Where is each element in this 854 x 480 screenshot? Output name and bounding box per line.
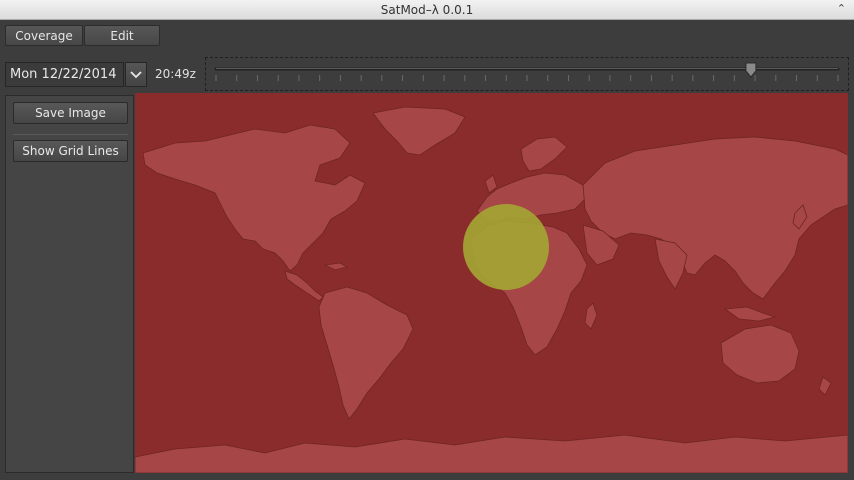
chevron-down-icon (130, 71, 142, 79)
sidebar-panel: Save Image Show Grid Lines (5, 95, 134, 473)
save-image-button[interactable]: Save Image (13, 102, 128, 124)
time-slider[interactable] (205, 57, 849, 91)
world-map[interactable] (134, 93, 849, 474)
slider-ticks (215, 75, 839, 81)
date-dropdown-button[interactable] (125, 62, 147, 87)
time-slider-track[interactable] (206, 58, 848, 90)
window-title: SatMod–λ 0.0.1 (380, 3, 474, 17)
close-icon[interactable]: ⌃ (837, 2, 846, 15)
time-label: 20:49z (155, 67, 196, 81)
main-window: Coverage Edit Mon 12/22/2014 20:49z Save… (0, 20, 854, 480)
slider-thumb[interactable] (745, 62, 757, 78)
title-bar: SatMod–λ 0.0.1 ⌃ (0, 0, 854, 20)
sidebar-divider (13, 134, 128, 135)
date-field[interactable]: Mon 12/22/2014 (5, 62, 124, 87)
satellite-coverage-circle[interactable] (463, 204, 549, 290)
show-grid-lines-button[interactable]: Show Grid Lines (13, 140, 128, 162)
coverage-menu-button[interactable]: Coverage (5, 25, 83, 46)
edit-menu-button[interactable]: Edit (84, 25, 160, 46)
